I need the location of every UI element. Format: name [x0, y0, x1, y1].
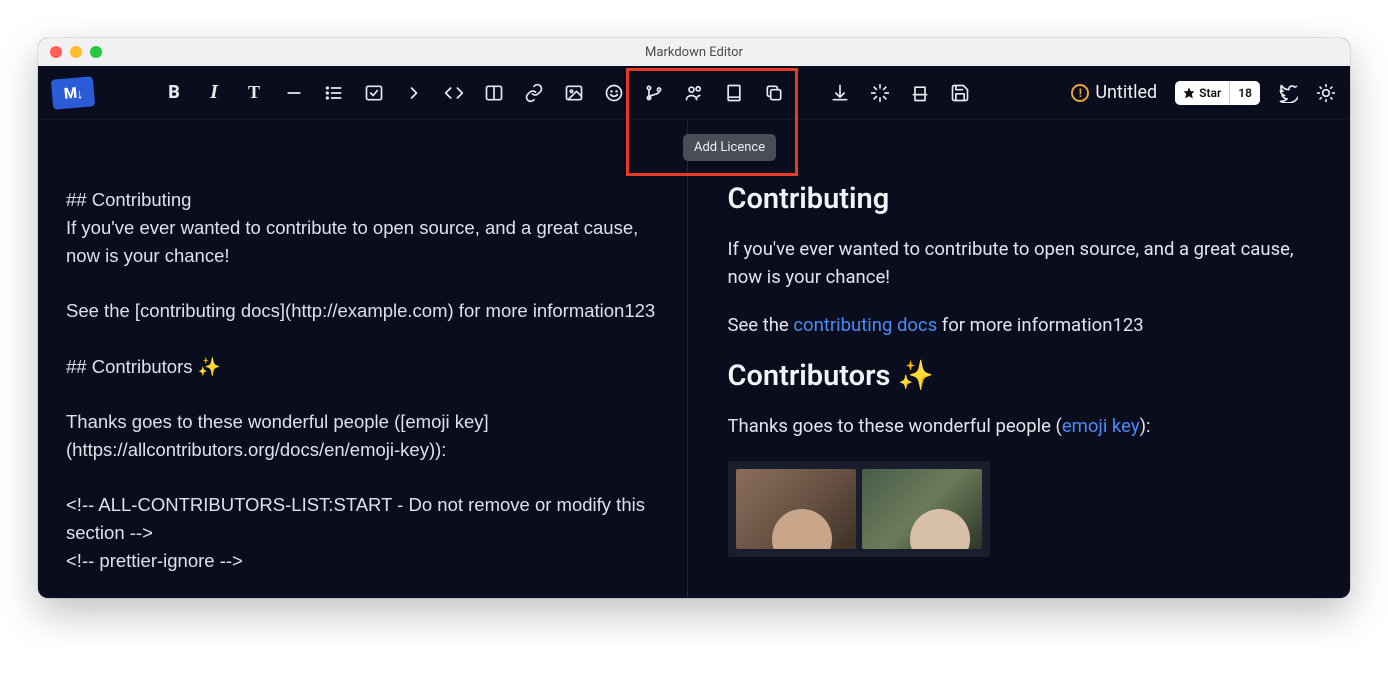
logo-arrow: ↓ — [75, 84, 82, 101]
toolbar: M↓ B I T ! Untitled Star — [38, 66, 1350, 120]
italic-button[interactable]: I — [204, 83, 224, 103]
save-button[interactable] — [950, 83, 970, 103]
editor-panes: ## Contributing If you've ever wanted to… — [38, 120, 1350, 598]
twitter-button[interactable] — [1278, 83, 1298, 103]
tooltip: Add Licence — [683, 134, 776, 161]
copy-button[interactable] — [764, 83, 784, 103]
heading-button[interactable]: T — [244, 83, 264, 103]
preview-thanks: Thanks goes to these wonderful people (e… — [728, 413, 1321, 441]
toolbar-right: ! Untitled Star 18 — [1071, 81, 1336, 105]
preview-intro: If you've ever wanted to contribute to o… — [728, 236, 1321, 292]
bold-button[interactable]: B — [164, 83, 184, 103]
contributors-grid — [728, 461, 990, 557]
git-branch-button[interactable] — [644, 83, 664, 103]
list-button[interactable] — [324, 83, 344, 103]
preview-h2-contributing: Contributing — [728, 182, 1321, 216]
preview-see-docs: See the contributing docs for more infor… — [728, 312, 1321, 340]
app-window: Markdown Editor M↓ B I T ! Untitled — [38, 38, 1350, 598]
emoji-key-link[interactable]: emoji key — [1062, 415, 1140, 437]
app-logo[interactable]: M↓ — [51, 76, 95, 110]
quote-button[interactable] — [404, 83, 424, 103]
image-button[interactable] — [564, 83, 584, 103]
code-button[interactable] — [444, 83, 464, 103]
preview-h2-contributors: Contributors ✨ — [728, 359, 1321, 393]
file-name-label[interactable]: ! Untitled — [1071, 82, 1157, 103]
licence-button[interactable] — [724, 83, 744, 103]
loading-icon[interactable] — [870, 83, 890, 103]
checklist-button[interactable] — [364, 83, 384, 103]
contributor-avatar[interactable] — [736, 469, 856, 549]
columns-button[interactable] — [484, 83, 504, 103]
window-title: Markdown Editor — [38, 45, 1350, 60]
emoji-button[interactable] — [604, 83, 624, 103]
download-button[interactable] — [830, 83, 850, 103]
file-name: Untitled — [1095, 82, 1157, 103]
hr-button[interactable] — [284, 83, 304, 103]
unsaved-icon: ! — [1071, 84, 1089, 102]
window-controls — [38, 46, 102, 58]
preview-pane: Contributing If you've ever wanted to co… — [688, 120, 1351, 598]
github-star-button[interactable]: Star 18 — [1175, 81, 1260, 105]
star-count: 18 — [1229, 81, 1260, 105]
theme-toggle-button[interactable] — [1316, 83, 1336, 103]
maximize-window-button[interactable] — [90, 46, 102, 58]
close-window-button[interactable] — [50, 46, 62, 58]
star-icon — [1183, 87, 1195, 99]
contributing-docs-link[interactable]: contributing docs — [793, 314, 937, 336]
markdown-source-pane[interactable]: ## Contributing If you've ever wanted to… — [38, 120, 688, 598]
link-button[interactable] — [524, 83, 544, 103]
contributor-avatar[interactable] — [862, 469, 982, 549]
minimize-window-button[interactable] — [70, 46, 82, 58]
contributors-button[interactable] — [684, 83, 704, 103]
titlebar: Markdown Editor — [38, 38, 1350, 66]
print-button[interactable] — [910, 83, 930, 103]
